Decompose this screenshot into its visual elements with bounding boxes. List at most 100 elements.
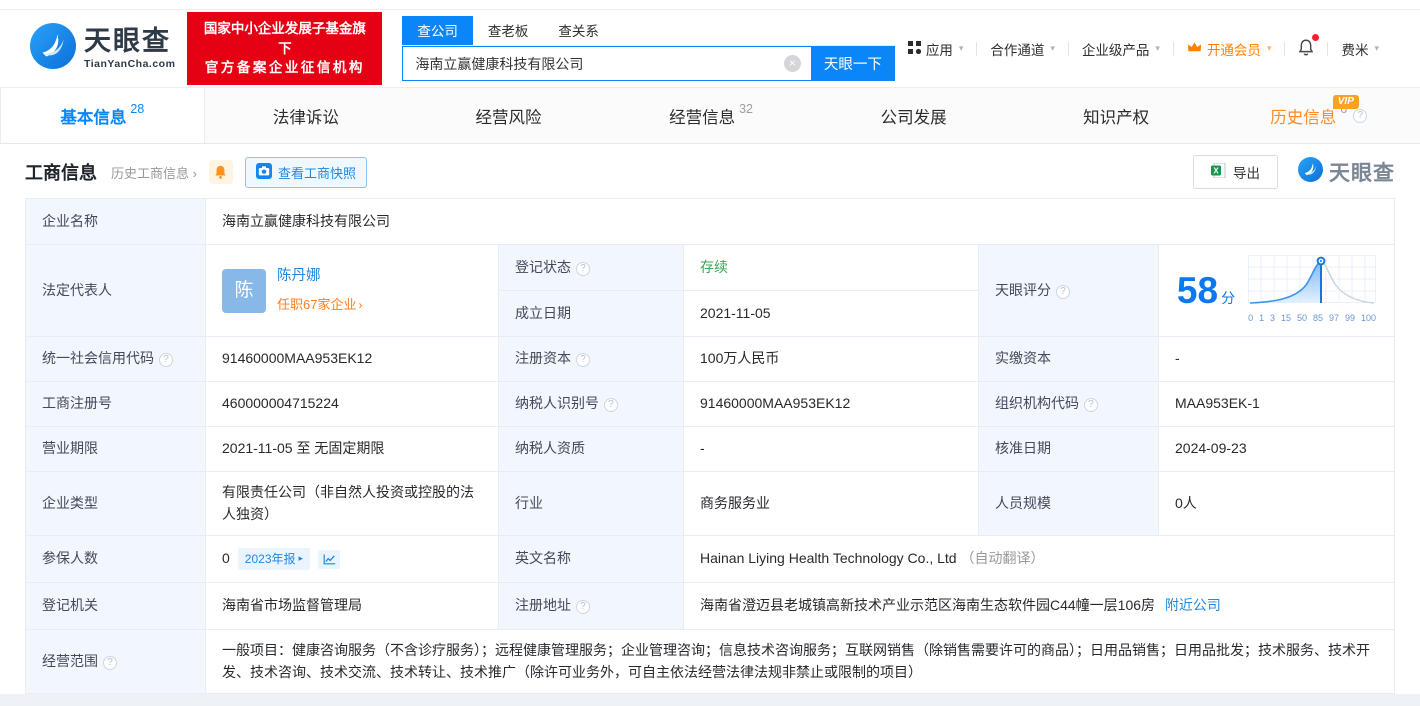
paid-capital-label-cell: 实缴资本: [979, 337, 1159, 382]
nearby-companies-link[interactable]: 附近公司: [1165, 597, 1221, 613]
menu-open-vip[interactable]: 开通会员 ▾: [1174, 39, 1285, 59]
insured-count-label-cell: 参保人数: [26, 536, 206, 583]
business-scope-value-cell: 一般项目：健康咨询服务（不含诊疗服务）；远程健康管理服务；企业管理咨询；信息技术…: [206, 630, 1395, 694]
business-term-value-cell: 2021-11-05 至 无固定期限: [206, 427, 499, 472]
taxpayer-quality-label-cell: 纳税人资质: [499, 427, 684, 472]
taxpayer-id-value-cell: 91460000MAA953EK12: [684, 382, 979, 427]
chevron-down-icon: ▾: [959, 43, 964, 54]
score-axis-labels: 013 155085 9799100: [1248, 312, 1376, 326]
help-icon[interactable]: ?: [604, 398, 618, 412]
notification-dot: [1312, 34, 1319, 41]
org-code-label-cell: 组织机构代码?: [979, 382, 1159, 427]
top-menu: 应用 ▾ 合作通道 ▾ 企业级产品 ▾ 开通会员 ▾: [895, 38, 1392, 60]
company-type-label-cell: 企业类型: [26, 472, 206, 536]
search-tab-company[interactable]: 查公司: [402, 16, 473, 45]
clear-search-icon[interactable]: ×: [784, 55, 801, 72]
business-scope-label-cell: 经营范围?: [26, 630, 206, 694]
search-tab-boss[interactable]: 查老板: [473, 16, 544, 45]
chevron-right-icon: ›: [358, 298, 362, 312]
help-icon[interactable]: ?: [1056, 285, 1070, 299]
reg-status-value-cell: 存续: [684, 245, 979, 291]
view-business-snapshot-button[interactable]: 查看工商快照: [245, 157, 367, 188]
business-info-section-header: 工商信息 历史工商信息 › 查看工商快照 X 导出: [0, 144, 1420, 198]
score-distribution-chart: 013 155085 9799100: [1248, 255, 1376, 327]
approval-date-value-cell: 2024-09-23: [1159, 427, 1395, 472]
menu-apps[interactable]: 应用 ▾: [895, 39, 977, 59]
table-row: 法定代表人 陈 陈丹娜 任职67家企业› 登记状态? 存续 天眼评分? 58分: [26, 245, 1395, 291]
badge-line1: 国家中小企业发展子基金旗下: [197, 19, 372, 58]
establish-date-label-cell: 成立日期: [499, 291, 684, 337]
business-registration-table: 企业名称 海南立赢健康科技有限公司 法定代表人 陈 陈丹娜 任职67家企业› 登…: [25, 198, 1395, 694]
history-business-info-link[interactable]: 历史工商信息 ›: [111, 163, 197, 182]
trend-chart-icon[interactable]: [318, 550, 340, 569]
paid-capital-value-cell: -: [1159, 337, 1395, 382]
help-icon[interactable]: ?: [1084, 398, 1098, 412]
table-row: 营业期限 2021-11-05 至 无固定期限 纳税人资质 - 核准日期 202…: [26, 427, 1395, 472]
help-icon[interactable]: ?: [576, 600, 590, 614]
table-row: 企业类型 有限责任公司（非自然人投资或控股的法人独资） 行业 商务服务业 人员规…: [26, 472, 1395, 536]
chevron-right-icon: ›: [193, 166, 197, 181]
taxpayer-id-label-cell: 纳税人识别号?: [499, 382, 684, 427]
tianyancha-logo-icon: [1298, 157, 1323, 187]
vip-badge: VIP: [1333, 95, 1359, 109]
approval-date-label-cell: 核准日期: [979, 427, 1159, 472]
monitor-bell-button[interactable]: [209, 160, 233, 184]
chevron-down-icon: ▾: [1374, 43, 1379, 54]
help-icon[interactable]: ?: [159, 353, 173, 367]
credit-code-label-cell: 统一社会信用代码?: [26, 337, 206, 382]
page-bottom-strip: [0, 694, 1420, 706]
search-tabs: 查公司 查老板 查关系: [402, 16, 894, 46]
top-divider: [0, 0, 1420, 10]
crown-icon: [1187, 41, 1202, 56]
tab-intellectual-property[interactable]: 知识产权: [1015, 88, 1218, 143]
score-value-cell: 58分: [1159, 245, 1395, 337]
insured-count-value-cell: 0 2023年报▸: [206, 536, 499, 583]
score-label-cell: 天眼评分?: [979, 245, 1159, 337]
export-button[interactable]: X 导出: [1193, 155, 1278, 189]
notifications-bell[interactable]: [1285, 38, 1327, 60]
logo-domain: TianYanCha.com: [84, 58, 175, 70]
chevron-down-icon: ▾: [1155, 43, 1160, 54]
credit-code-value-cell: 91460000MAA953EK12: [206, 337, 499, 382]
company-name-value-cell: 海南立赢健康科技有限公司: [206, 199, 1395, 245]
tab-business-info[interactable]: 经营信息32: [610, 88, 813, 143]
menu-user[interactable]: 费米 ▾: [1328, 39, 1392, 59]
search-tab-relation[interactable]: 查关系: [543, 16, 614, 45]
org-code-value-cell: MAA953EK-1: [1159, 382, 1395, 427]
search-button[interactable]: 天眼一下: [811, 46, 895, 81]
tab-operating-risk[interactable]: 经营风险: [407, 88, 610, 143]
tianyancha-logo-icon: [30, 23, 76, 74]
search-input[interactable]: [402, 46, 810, 81]
certification-badge: 国家中小企业发展子基金旗下 官方备案企业征信机构: [187, 12, 382, 85]
industry-value-cell: 商务服务业: [684, 472, 979, 536]
status-badge: 存续: [700, 259, 728, 275]
chevron-down-icon: ▾: [1267, 43, 1272, 54]
help-icon[interactable]: ?: [576, 353, 590, 367]
tab-legal-proceedings[interactable]: 法律诉讼: [205, 88, 408, 143]
legal-rep-avatar[interactable]: 陈: [222, 269, 266, 313]
reg-authority-label-cell: 登记机关: [26, 583, 206, 630]
reg-number-label-cell: 工商注册号: [26, 382, 206, 427]
help-icon[interactable]: ?: [1353, 109, 1367, 123]
legal-rep-positions-link[interactable]: 任职67家企业›: [277, 297, 362, 312]
tab-history-info[interactable]: VIP 历史信息 6 ?: [1217, 88, 1420, 143]
table-row: 工商注册号 460000004715224 纳税人识别号? 91460000MA…: [26, 382, 1395, 427]
annual-report-tag[interactable]: 2023年报▸: [238, 548, 310, 571]
tab-company-development[interactable]: 公司发展: [812, 88, 1015, 143]
help-icon[interactable]: ?: [576, 262, 590, 276]
reg-number-value-cell: 460000004715224: [206, 382, 499, 427]
reg-status-label-cell: 登记状态?: [499, 245, 684, 291]
help-icon[interactable]: ?: [103, 656, 117, 670]
table-row: 统一社会信用代码? 91460000MAA953EK12 注册资本? 100万人…: [26, 337, 1395, 382]
tab-basic-info[interactable]: 基本信息28: [0, 88, 205, 143]
legal-rep-name-link[interactable]: 陈丹娜: [277, 265, 362, 287]
english-name-value-cell: Hainan Liying Health Technology Co., Ltd…: [684, 536, 1395, 583]
english-name-label-cell: 英文名称: [499, 536, 684, 583]
tianyancha-logo[interactable]: 天眼查 TianYanCha.com: [30, 23, 175, 74]
table-row: 参保人数 0 2023年报▸ 英文名称 Hainan Liying Health…: [26, 536, 1395, 583]
menu-enterprise-products[interactable]: 企业级产品 ▾: [1069, 39, 1173, 59]
staff-size-value-cell: 0人: [1159, 472, 1395, 536]
staff-size-label-cell: 人员规模: [979, 472, 1159, 536]
menu-partner-channel[interactable]: 合作通道 ▾: [977, 39, 1068, 59]
chevron-right-icon: ▸: [299, 552, 304, 566]
